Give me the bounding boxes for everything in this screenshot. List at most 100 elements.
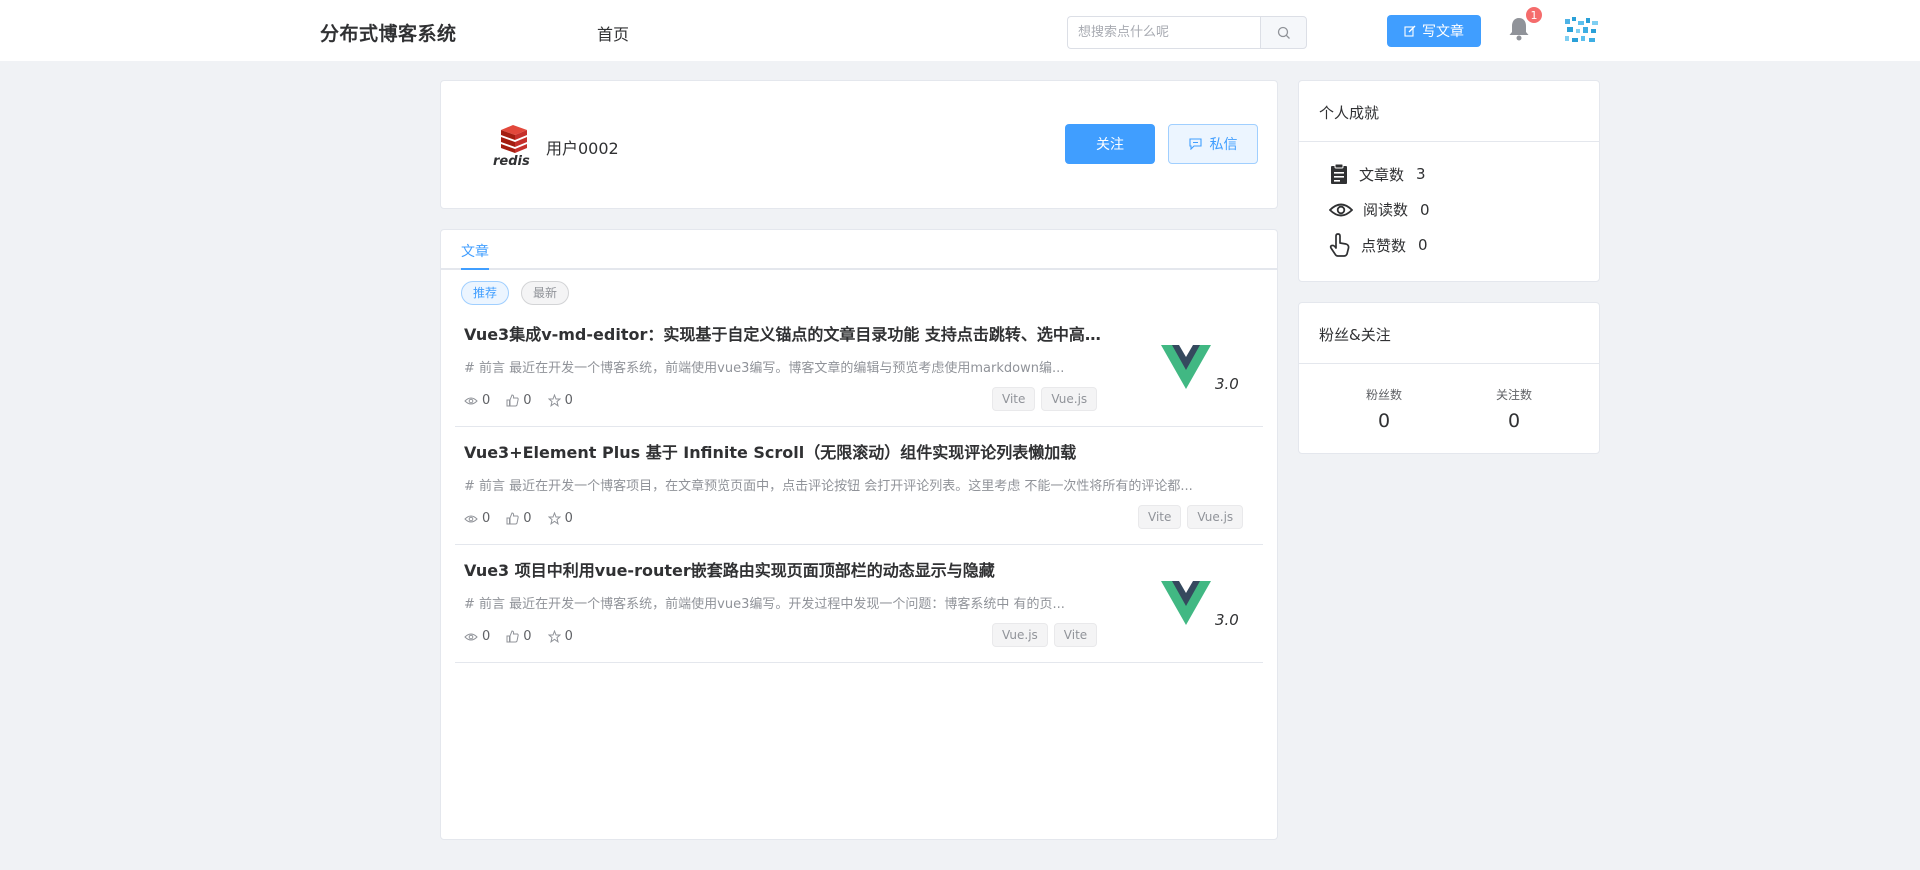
view-count-value: 0 <box>482 629 491 644</box>
star-count-value: 0 <box>564 629 573 644</box>
thumb-version-label: 3.0 <box>1215 375 1239 393</box>
follow-button[interactable]: 关注 <box>1065 124 1155 164</box>
thumb-up-icon <box>506 630 519 643</box>
vue-thumbnail[interactable]: 3.0 <box>1135 561 1255 651</box>
fans-header: 粉丝&关注 <box>1299 303 1599 364</box>
like-count-row: 点赞数 0 <box>1329 233 1428 257</box>
profile-username: 用户0002 <box>546 139 619 158</box>
article-item[interactable]: Vue3集成v-md-editor：实现基于自定义锚点的文章目录功能 支持点击跳… <box>455 309 1263 427</box>
view-count: 0 <box>464 629 490 644</box>
write-article-button[interactable]: 写文章 <box>1387 15 1481 47</box>
site-logo[interactable]: 分布式博客系统 <box>320 19 457 46</box>
article-tabs: 文章 <box>441 230 1277 270</box>
fans-value: 0 <box>1377 410 1391 432</box>
view-count: 0 <box>464 393 490 408</box>
eye-icon <box>464 633 478 640</box>
achievements-card: 个人成就 文章数 3 阅读数 0 点赞数 0 <box>1298 80 1600 282</box>
article-tags: Vite Vue.js <box>1138 505 1244 529</box>
like-count-label: 点赞数 <box>1361 236 1407 255</box>
thumb-version-label: 3.0 <box>1215 611 1239 629</box>
star-icon <box>547 630 561 643</box>
following-label: 关注数 <box>1495 388 1532 402</box>
search-button[interactable] <box>1260 16 1307 49</box>
private-message-label: 私信 <box>1209 137 1238 153</box>
article-stats: 0 0 0 <box>464 511 573 526</box>
article-title[interactable]: Vue3 项目中利用vue-router嵌套路由实现页面顶部栏的动态显示与隐藏 <box>464 557 1104 581</box>
tag[interactable]: Vue.js <box>1187 505 1244 529</box>
search-bar <box>1067 16 1307 49</box>
fans-following-card: 粉丝&关注 粉丝数 0 关注数 0 <box>1298 302 1600 454</box>
achievements-title: 个人成就 <box>1319 104 1380 122</box>
star-count: 0 <box>547 629 573 644</box>
articles-card: 文章 推荐 最新 Vue3集成v-md-editor：实现基于自定义锚点的文章目… <box>440 229 1278 840</box>
tag[interactable]: Vue.js <box>992 623 1048 647</box>
like-count: 0 <box>506 511 532 526</box>
chat-icon <box>1188 138 1202 150</box>
achievements-header: 个人成就 <box>1299 81 1599 142</box>
like-count: 0 <box>506 629 532 644</box>
view-count: 0 <box>464 511 490 526</box>
vue-thumbnail[interactable]: 3.0 <box>1135 325 1255 415</box>
article-summary: # 前言 最近在开发一个博客项目，在文章预览页面中，点击评论按钮 会打开评论列表… <box>464 479 1193 494</box>
tag[interactable]: Vite <box>992 387 1036 411</box>
thumb-up-icon <box>506 394 519 407</box>
star-count: 0 <box>547 511 573 526</box>
tab-active-indicator <box>461 268 489 270</box>
like-count-value: 0 <box>523 511 532 526</box>
tag[interactable]: Vite <box>1138 505 1182 529</box>
fans-label: 粉丝数 <box>1365 388 1402 402</box>
read-count-label: 阅读数 <box>1363 201 1409 219</box>
filter-recommended[interactable]: 推荐 <box>461 281 510 305</box>
article-count-value: 3 <box>1416 165 1426 183</box>
article-tags: Vite Vue.js <box>992 387 1098 411</box>
clipboard-icon <box>1331 163 1347 184</box>
like-count: 0 <box>506 393 532 408</box>
article-item[interactable]: Vue3+Element Plus 基于 Infinite Scroll（无限滚… <box>455 427 1263 545</box>
like-count-value: 0 <box>523 393 532 408</box>
star-icon <box>547 394 561 407</box>
tag[interactable]: Vite <box>1053 623 1098 647</box>
article-title[interactable]: Vue3集成v-md-editor：实现基于自定义锚点的文章目录功能 支持点击跳… <box>464 321 1104 345</box>
search-input[interactable] <box>1067 16 1260 49</box>
article-summary: # 前言 最近在开发一个博客系统，前端使用vue3编写。开发过程中发现一个问题：… <box>464 597 1065 612</box>
following-stat[interactable]: 关注数 0 <box>1469 386 1559 432</box>
profile-card: redis 用户0002 关注 私信 <box>440 80 1278 209</box>
filter-latest[interactable]: 最新 <box>521 281 570 305</box>
star-count-value: 0 <box>564 393 573 408</box>
user-avatar[interactable] <box>1563 15 1603 47</box>
fans-title: 粉丝&关注 <box>1319 326 1391 344</box>
article-stats: 0 0 0 <box>464 629 573 644</box>
following-value: 0 <box>1507 410 1521 432</box>
tab-articles[interactable]: 文章 <box>461 241 489 261</box>
article-count-row: 文章数 3 <box>1329 163 1426 185</box>
article-tags: Vue.js Vite <box>992 623 1098 647</box>
like-count-value: 0 <box>1418 236 1428 254</box>
eye-icon <box>1329 203 1353 216</box>
star-count-value: 0 <box>564 511 573 526</box>
read-count-row: 阅读数 0 <box>1329 199 1430 220</box>
tag[interactable]: Vue.js <box>1041 387 1098 411</box>
eye-icon <box>464 397 478 404</box>
svg-text:redis: redis <box>493 154 530 167</box>
read-count-value: 0 <box>1420 200 1430 219</box>
search-icon <box>1277 26 1290 39</box>
eye-icon <box>464 515 478 522</box>
top-navbar: 分布式博客系统 首页 写文章 1 <box>0 0 1920 61</box>
edit-icon <box>1404 25 1416 37</box>
pointer-icon <box>1329 233 1350 257</box>
nav-home-link[interactable]: 首页 <box>597 21 629 45</box>
notification-badge: 1 <box>1525 6 1543 24</box>
follow-label: 关注 <box>1096 137 1124 153</box>
article-title[interactable]: Vue3+Element Plus 基于 Infinite Scroll（无限滚… <box>464 439 1254 463</box>
article-stats: 0 0 0 <box>464 393 573 408</box>
like-count-value: 0 <box>523 629 532 644</box>
private-message-button[interactable]: 私信 <box>1168 124 1258 164</box>
view-count-value: 0 <box>482 393 491 408</box>
redis-logo-avatar: redis <box>493 125 530 167</box>
fans-stat[interactable]: 粉丝数 0 <box>1339 386 1429 432</box>
write-article-label: 写文章 <box>1422 24 1464 40</box>
article-item[interactable]: Vue3 项目中利用vue-router嵌套路由实现页面顶部栏的动态显示与隐藏 … <box>455 545 1263 663</box>
article-count-label: 文章数 <box>1359 165 1405 184</box>
star-count: 0 <box>547 393 573 408</box>
thumb-up-icon <box>506 512 519 525</box>
